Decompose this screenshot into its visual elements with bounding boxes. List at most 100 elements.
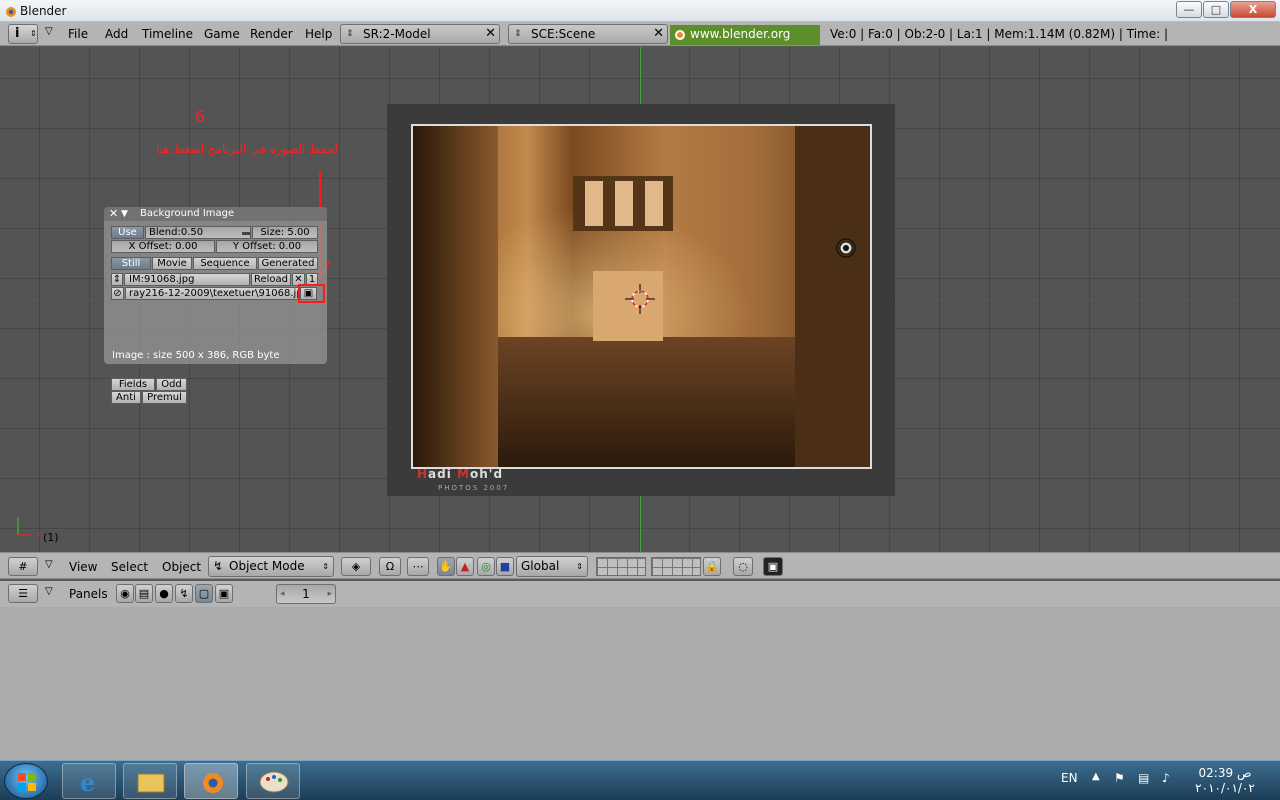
close-button[interactable]: X	[1230, 1, 1276, 18]
background-image-panel: Background Image ✕ ▼ Use Blend:0.50 Size…	[104, 207, 327, 404]
collapse-menu-triangle-icon[interactable]: ▽	[45, 559, 53, 570]
y-offset-field[interactable]: Y Offset: 0.00	[216, 240, 318, 253]
pivot-point-icon[interactable]: Ω	[379, 557, 401, 576]
scene-context-icon[interactable]: ▣	[215, 584, 233, 603]
system-clock[interactable]: 02:39 ص ٢٠١٠/٠١/٠٢	[1190, 766, 1260, 796]
frame-number-field[interactable]: ◂ 1 ▸	[276, 584, 336, 604]
photo-left-wall	[413, 126, 498, 467]
mode-value: Object Mode	[229, 559, 305, 573]
paint-palette-icon	[259, 771, 289, 793]
reload-button[interactable]: Reload	[251, 273, 291, 286]
maximize-button[interactable]: □	[1203, 1, 1229, 18]
menu-help[interactable]: Help	[305, 27, 332, 41]
info-window-type-button[interactable]: i ⇕	[8, 24, 38, 44]
menu-object[interactable]: Object	[162, 560, 201, 574]
size-field[interactable]: Size: 5.00	[252, 226, 318, 239]
frame-number: 1	[302, 587, 310, 601]
orientation-selector[interactable]: Global ⇕	[516, 556, 588, 577]
logic-context-icon[interactable]: ◉	[116, 584, 134, 603]
taskbar-explorer[interactable]	[123, 763, 177, 799]
volume-icon[interactable]: ♪	[1162, 771, 1170, 785]
tab-movie[interactable]: Movie	[152, 257, 192, 270]
scene-selector[interactable]: ⇕ SCE:Scene ✕	[508, 24, 668, 44]
current-frame-indicator: (1)	[43, 531, 59, 544]
pack-image-icon[interactable]: ⊘	[111, 287, 124, 300]
taskbar-internet-explorer[interactable]: e	[62, 763, 116, 799]
svg-text:e: e	[80, 768, 95, 797]
3d-viewport[interactable]: Hadi Moh'd PHOTOS 2007 6 لحفظ الصوره في …	[0, 47, 1280, 552]
tab-generated[interactable]: Generated	[258, 257, 318, 270]
blend-slider[interactable]: Blend:0.50	[145, 226, 251, 239]
layer-buttons-group-1[interactable]	[596, 557, 646, 576]
image-filepath-field[interactable]: ray216-12-2009\texetuer\91068.jpg	[125, 287, 299, 300]
premul-toggle[interactable]: Premul	[142, 391, 187, 404]
menu-game[interactable]: Game	[204, 27, 240, 41]
updown-arrows-icon: ⇕	[30, 29, 37, 38]
snap-icon[interactable]: ⋯	[407, 557, 429, 576]
internet-explorer-icon: e	[80, 768, 95, 797]
windows-logo-icon	[18, 773, 36, 791]
network-icon[interactable]: ▤	[1138, 771, 1149, 785]
taskbar: e EN ▲ ⚑ ▤ ♪ 02:39 ص ٢٠١٠/٠١/٠٢	[0, 760, 1280, 800]
image-info-text: Image : size 500 x 386, RGB byte	[112, 350, 280, 361]
panel-close-icon[interactable]: ✕	[109, 207, 118, 221]
translate-manipulator-icon[interactable]: ▲	[456, 557, 474, 576]
menu-add[interactable]: Add	[105, 27, 128, 41]
clock-date: ٢٠١٠/٠١/٠٢	[1195, 781, 1255, 795]
x-offset-field[interactable]: X Offset: 0.00	[111, 240, 215, 253]
panels-label: Panels	[69, 587, 108, 601]
menu-view[interactable]: View	[69, 560, 97, 574]
proportional-edit-icon[interactable]: ◌	[733, 557, 753, 576]
editing-context-icon[interactable]: ▢	[195, 584, 213, 603]
lamp-object-icon[interactable]	[835, 237, 857, 259]
hand-manipulator-icon[interactable]: ✋	[437, 557, 455, 576]
object-context-icon[interactable]: ↯	[175, 584, 193, 603]
script-context-icon[interactable]: ▤	[135, 584, 153, 603]
blender-url-link[interactable]: www.blender.org 249.2	[670, 25, 820, 60]
image-browse-icon[interactable]: ⇕	[111, 273, 123, 286]
collapse-menu-triangle-icon[interactable]: ▽	[45, 26, 53, 37]
image-name-field[interactable]: IM:91068.jpg	[124, 273, 250, 286]
frame-decrement-icon[interactable]: ◂	[280, 585, 285, 603]
menu-file[interactable]: File	[68, 27, 88, 41]
action-center-flag-icon[interactable]: ⚑	[1114, 771, 1125, 785]
menu-select[interactable]: Select	[111, 560, 148, 574]
tab-sequence[interactable]: Sequence	[193, 257, 257, 270]
language-indicator[interactable]: EN	[1061, 771, 1078, 785]
delete-scene-icon[interactable]: ✕	[653, 25, 664, 43]
delete-screen-icon[interactable]: ✕	[485, 25, 496, 43]
editor-type-grid-icon[interactable]: #	[8, 557, 38, 576]
layer-buttons-group-2[interactable]	[651, 557, 701, 576]
anti-toggle[interactable]: Anti	[111, 391, 141, 404]
updown-arrows-icon: ⇕	[514, 29, 522, 39]
mode-selector[interactable]: ↯ Object Mode ⇕	[208, 556, 334, 577]
screen-selector[interactable]: ⇕ SR:2-Model ✕	[340, 24, 500, 44]
minimize-button[interactable]: —	[1176, 1, 1202, 18]
taskbar-paint[interactable]	[246, 763, 300, 799]
frame-increment-icon[interactable]: ▸	[327, 585, 332, 603]
shading-context-icon[interactable]: ●	[155, 584, 173, 603]
use-background-toggle[interactable]: Use	[111, 226, 144, 239]
odd-toggle[interactable]: Odd	[156, 378, 187, 391]
lock-layers-icon[interactable]: 🔒	[703, 557, 721, 576]
show-hidden-icons-icon[interactable]: ▲	[1092, 771, 1100, 782]
panel-collapse-icon[interactable]: ▼	[121, 207, 128, 221]
photo-window	[585, 181, 603, 226]
tab-still[interactable]: Still	[111, 257, 151, 270]
render-preview-icon[interactable]: ▣	[763, 557, 783, 576]
photo-signature: Hadi Moh'd	[417, 467, 503, 481]
menu-render[interactable]: Render	[250, 27, 293, 41]
rotate-manipulator-icon[interactable]: ◎	[477, 557, 495, 576]
start-button[interactable]	[4, 763, 48, 799]
draw-type-icon[interactable]: ◈	[341, 557, 371, 576]
fields-toggle[interactable]: Fields	[111, 378, 155, 391]
scale-manipulator-icon[interactable]: ■	[496, 557, 514, 576]
editor-type-buttons-icon[interactable]: ☰	[8, 584, 38, 603]
taskbar-blender[interactable]	[184, 763, 238, 799]
3d-cursor-icon[interactable]	[625, 284, 655, 314]
photo-window	[615, 181, 633, 226]
tutorial-highlight-box	[298, 284, 325, 303]
menu-timeline[interactable]: Timeline	[142, 27, 193, 41]
photo-right-wall	[795, 126, 870, 467]
collapse-menu-triangle-icon[interactable]: ▽	[45, 586, 53, 597]
